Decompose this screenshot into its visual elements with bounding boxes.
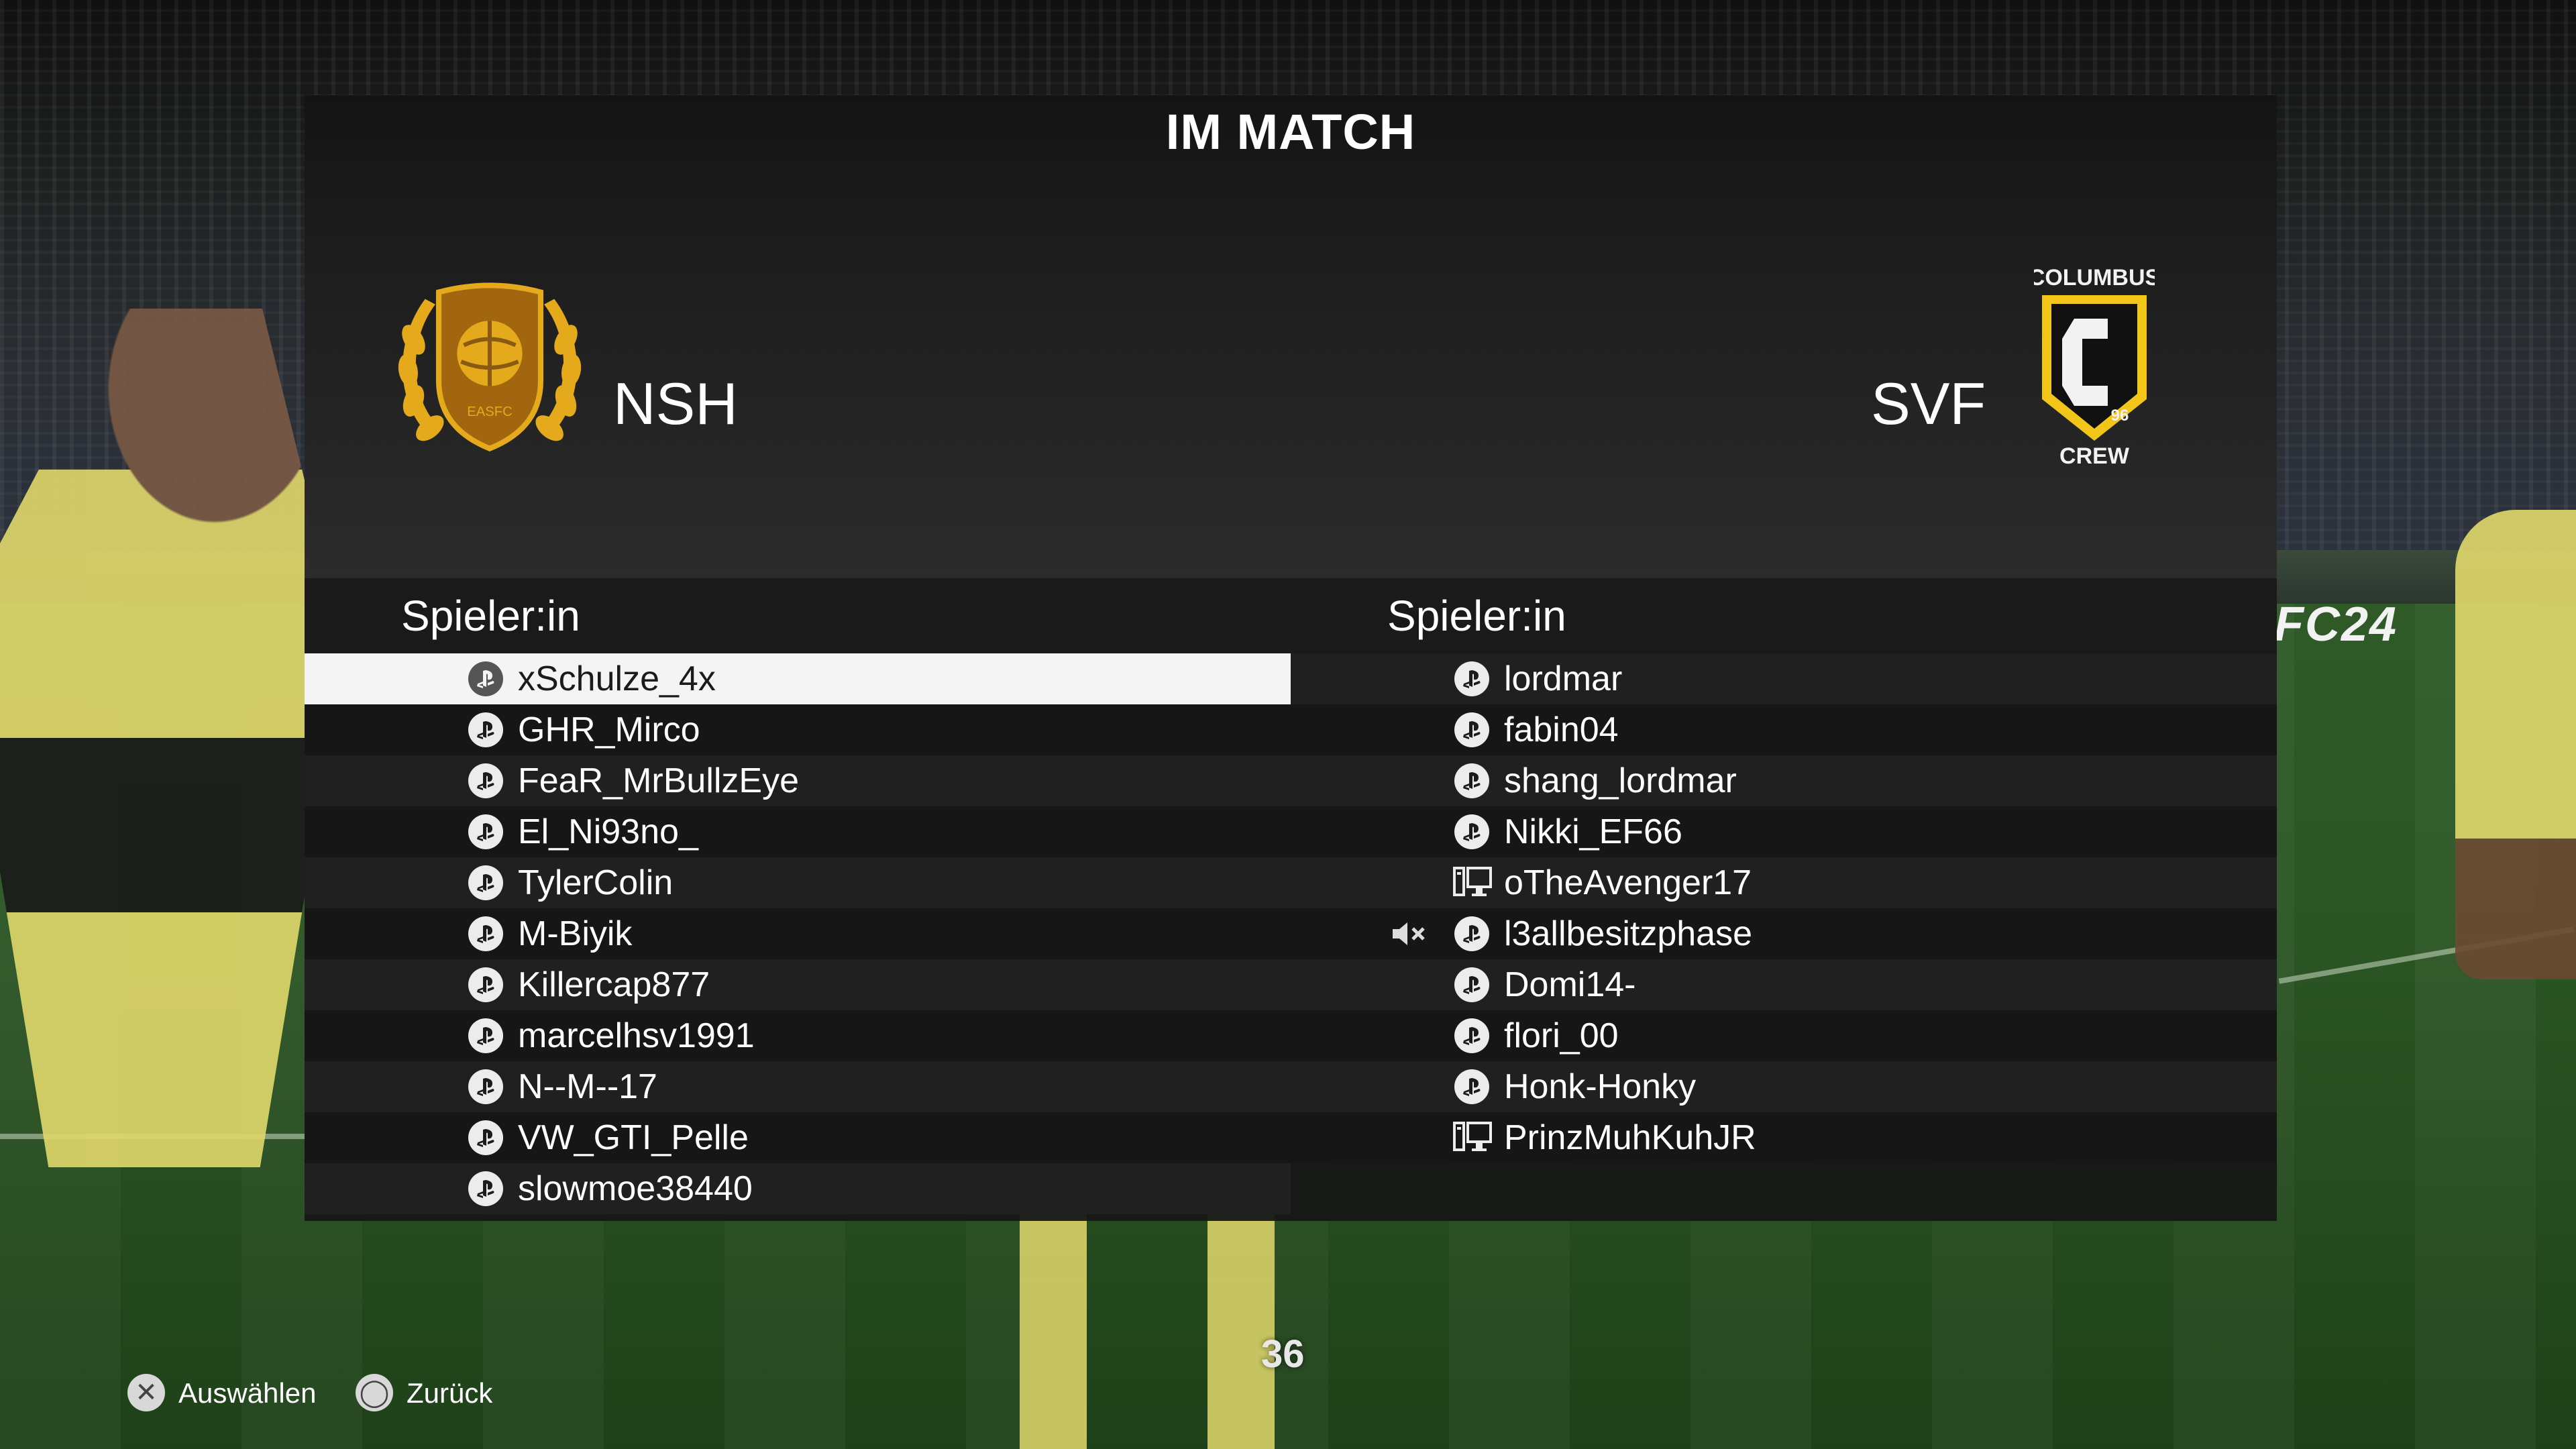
player-row[interactable]: GHR_Mirco <box>305 704 1291 755</box>
svg-text:COLUMBUS: COLUMBUS <box>2034 265 2155 290</box>
playstation-platform-icon <box>468 1018 503 1053</box>
player-legs-center <box>966 1208 1368 1449</box>
player-name: Honk-Honky <box>1504 1067 1697 1106</box>
playstation-platform-icon <box>468 661 503 696</box>
player-name: Domi14- <box>1504 965 1636 1004</box>
player-row[interactable]: M-Biyik <box>305 908 1291 959</box>
cross-button-icon: ✕ <box>127 1374 165 1411</box>
column-header-label: Spieler:in <box>401 592 580 640</box>
crest-text: EASFC <box>467 405 513 419</box>
player-name: N--M--17 <box>518 1067 657 1106</box>
fc24-logo: FC24 <box>2274 598 2398 651</box>
player-figure-right <box>2455 510 2576 979</box>
player-name: GHR_Mirco <box>518 710 700 749</box>
player-row[interactable]: marcelhsv1991 <box>305 1010 1291 1061</box>
home-team-code: NSH <box>613 370 738 437</box>
playstation-platform-icon <box>468 712 503 747</box>
playstation-platform-icon <box>1454 661 1489 696</box>
player-row[interactable]: VW_GTI_Pelle <box>305 1112 1291 1163</box>
playstation-platform-icon <box>1454 814 1489 849</box>
player-row[interactable]: fabin04 <box>1291 704 2277 755</box>
player-name: fabin04 <box>1504 710 1619 749</box>
player-name: M-Biyik <box>518 914 633 953</box>
player-row[interactable]: FeaR_MrBullzEye <box>305 755 1291 806</box>
playstation-platform-icon <box>468 865 503 900</box>
playstation-platform-icon <box>468 1120 503 1155</box>
player-name: marcelhsv1991 <box>518 1016 755 1055</box>
player-row[interactable]: Killercap877 <box>305 959 1291 1010</box>
columbus-crew-crest-icon: COLUMBUS 96 CREW <box>2034 265 2155 466</box>
player-row[interactable]: slowmoe38440 <box>305 1163 1291 1214</box>
player-name: VW_GTI_Pelle <box>518 1118 749 1157</box>
muted-speaker-icon <box>1391 920 1429 947</box>
page-title: IM MATCH <box>1165 104 1416 160</box>
player-name: lordmar <box>1504 659 1623 698</box>
player-row[interactable]: flori_00 <box>1291 1010 2277 1061</box>
playstation-platform-icon <box>1454 763 1489 798</box>
svg-text:CREW: CREW <box>2059 443 2130 466</box>
match-header: IM MATCH EASFC NSH SVF COLUMBUS 96 CREW <box>305 95 2277 578</box>
easfc-crest-icon: EASFC <box>398 282 582 451</box>
player-name: PrinzMuhKuhJR <box>1504 1118 1756 1157</box>
playstation-platform-icon <box>1454 1018 1489 1053</box>
playstation-platform-icon <box>468 763 503 798</box>
player-name: Nikki_EF66 <box>1504 812 1682 851</box>
player-row[interactable]: PrinzMuhKuhJR <box>1291 1112 2277 1163</box>
player-name: Killercap877 <box>518 965 710 1004</box>
playstation-platform-icon <box>468 916 503 951</box>
away-team-code: SVF <box>1871 370 1986 437</box>
playstation-platform-icon <box>468 1069 503 1104</box>
playstation-platform-icon <box>1454 967 1489 1002</box>
playstation-platform-icon <box>468 967 503 1002</box>
player-row[interactable]: TylerColin <box>305 857 1291 908</box>
player-row[interactable]: xSchulze_4x <box>305 653 1291 704</box>
player-row[interactable]: shang_lordmar <box>1291 755 2277 806</box>
player-row[interactable]: Domi14- <box>1291 959 2277 1010</box>
player-row[interactable]: lordmar <box>1291 653 2277 704</box>
circle-button-icon: ◯ <box>356 1374 393 1411</box>
pc-platform-icon <box>1453 867 1492 899</box>
back-label: Zurück <box>407 1377 493 1409</box>
player-name: xSchulze_4x <box>518 659 716 698</box>
away-column-header: Spieler:in <box>1291 578 2277 653</box>
player-name: FeaR_MrBullzEye <box>518 761 800 800</box>
player-row[interactable]: Nikki_EF66 <box>1291 806 2277 857</box>
home-column-header: Spieler:in <box>305 578 1291 653</box>
playstation-platform-icon <box>1454 712 1489 747</box>
playstation-platform-icon <box>1454 916 1489 951</box>
column-header-label: Spieler:in <box>1387 592 1566 640</box>
player-row[interactable]: l3allbesitzphase <box>1291 908 2277 959</box>
home-player-list: xSchulze_4x GHR_Mirco FeaR_MrBullzEye El_Ni… <box>305 653 1291 1214</box>
player-row[interactable]: Honk-Honky <box>1291 1061 2277 1112</box>
svg-text:96: 96 <box>2111 407 2129 425</box>
player-name: l3allbesitzphase <box>1504 914 1753 953</box>
player-name: El_Ni93no_ <box>518 812 698 851</box>
playstation-platform-icon <box>468 814 503 849</box>
player-name: oTheAvenger17 <box>1504 863 1752 902</box>
select-label: Auswählen <box>178 1377 317 1409</box>
match-clock: 36 <box>1261 1332 1305 1376</box>
player-row[interactable]: oTheAvenger17 <box>1291 857 2277 908</box>
playstation-platform-icon <box>468 1171 503 1206</box>
player-row[interactable]: El_Ni93no_ <box>305 806 1291 857</box>
away-player-list: lordmar fabin04 shang_lordmar Nikki_EF66 oTh… <box>1291 653 2277 1163</box>
player-row[interactable]: N--M--17 <box>305 1061 1291 1112</box>
player-name: TylerColin <box>518 863 674 902</box>
pc-platform-icon <box>1453 1122 1492 1154</box>
player-name: shang_lordmar <box>1504 761 1737 800</box>
player-name: slowmoe38440 <box>518 1169 753 1208</box>
in-match-panel: IM MATCH EASFC NSH SVF COLUMBUS 96 CREW … <box>305 95 2277 1221</box>
playstation-platform-icon <box>1454 1069 1489 1104</box>
player-name: flori_00 <box>1504 1016 1619 1055</box>
